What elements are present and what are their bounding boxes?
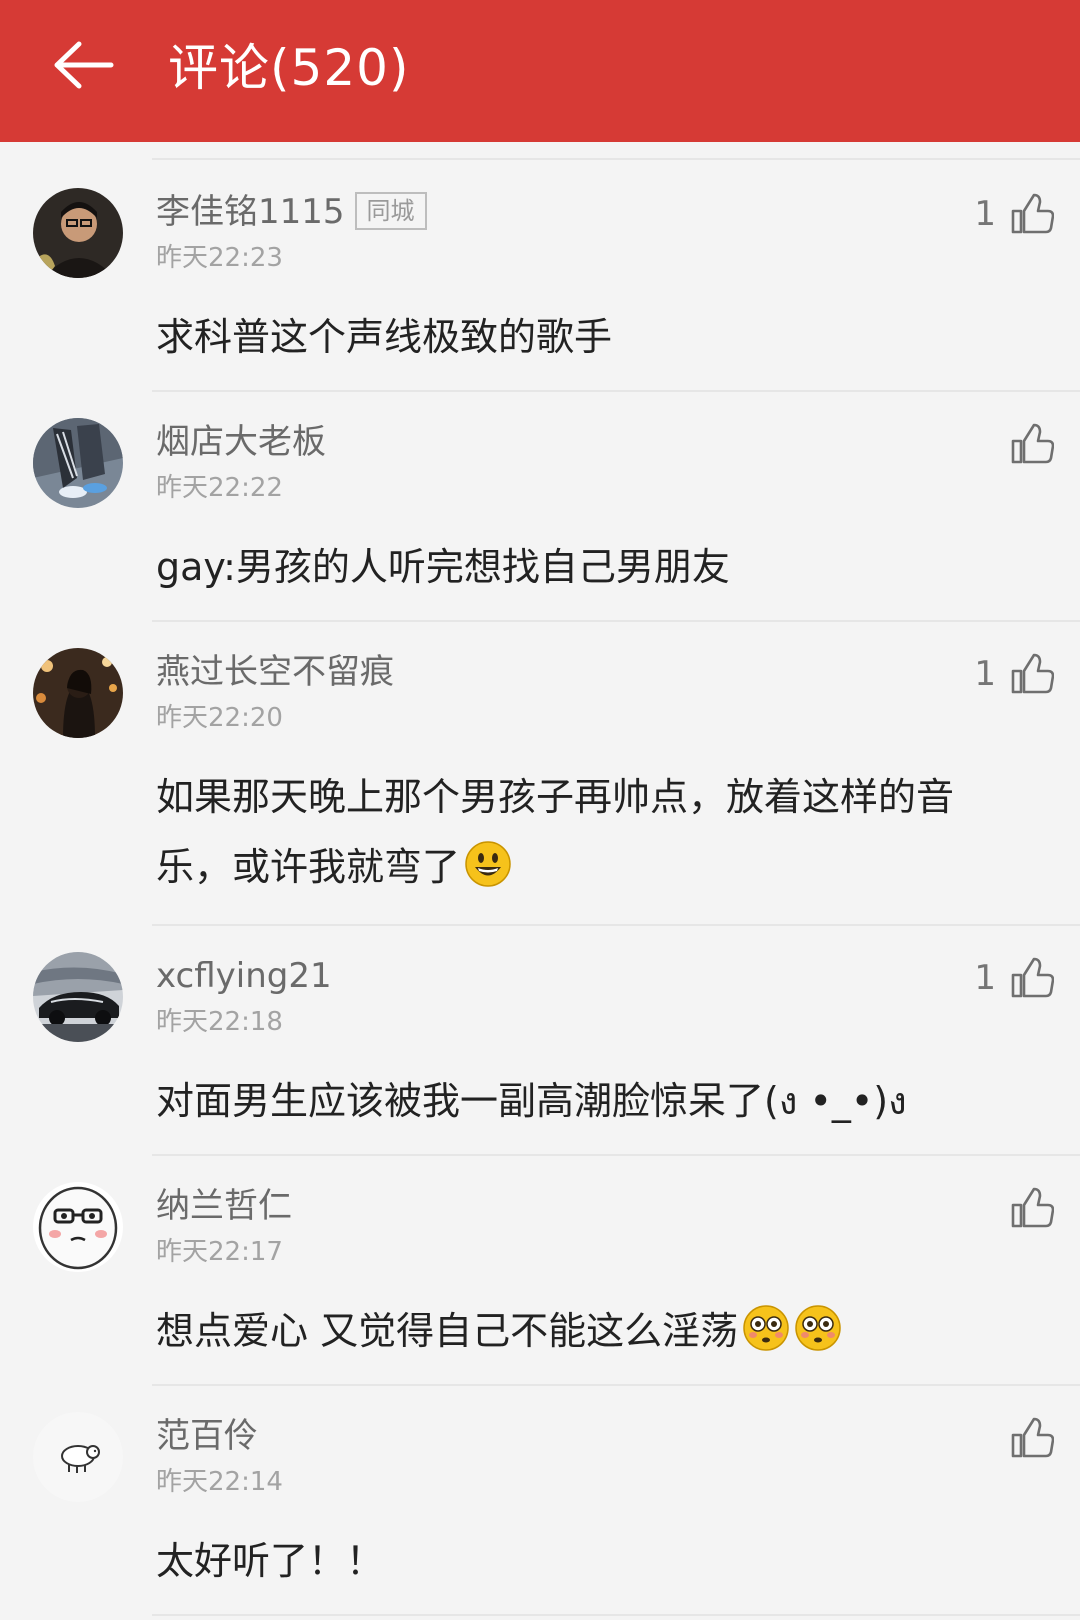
same-city-badge: 同城 <box>354 192 427 230</box>
like-button[interactable] <box>996 416 1054 472</box>
like-button[interactable]: 1 <box>974 646 1054 702</box>
timestamp: 昨天22:18 <box>156 1007 283 1037</box>
divider <box>152 620 1080 622</box>
comment-text-segment: 乐，或许我就弯了 <box>156 845 461 889</box>
username[interactable]: 李佳铭1115 同城 <box>156 190 427 234</box>
timestamp: 昨天22:20 <box>156 703 283 733</box>
username[interactable]: 范百伶 <box>156 1414 258 1458</box>
comment-list[interactable]: 李佳铭1115 同城 昨天22:23 1 求科普这个声线极致的歌手 烟店大老板 … <box>0 142 1080 1620</box>
divider <box>152 390 1080 392</box>
like-button[interactable]: 1 <box>974 950 1054 1006</box>
comment-text-segment: 想点爱心 又觉得自己不能这么淫荡 <box>156 1309 739 1353</box>
back-button[interactable] <box>48 30 118 100</box>
avatar[interactable] <box>33 418 123 508</box>
timestamp: 昨天22:17 <box>156 1237 283 1267</box>
divider <box>152 1154 1080 1156</box>
username-text: 李佳铭1115 <box>156 192 345 232</box>
comment-text: 求科普这个声线极致的歌手 <box>156 315 613 359</box>
timestamp: 昨天22:22 <box>156 473 283 503</box>
like-button[interactable]: 1 <box>974 186 1054 242</box>
comment-text: 对面男生应该被我一副高潮脸惊呆了(ง •_•)ง <box>156 1079 907 1123</box>
thumbs-up-icon <box>1011 1187 1054 1228</box>
thumbs-up-icon <box>1011 957 1054 998</box>
username[interactable]: 纳兰哲仁 <box>156 1184 292 1228</box>
avatar[interactable] <box>33 188 123 278</box>
username[interactable]: xcflying21 <box>156 954 332 998</box>
like-count: 1 <box>974 654 996 694</box>
page-title: 评论(520) <box>168 39 410 97</box>
timestamp: 昨天22:23 <box>156 243 283 273</box>
like-button[interactable] <box>996 1410 1054 1466</box>
like-count: 1 <box>974 958 996 998</box>
avatar[interactable] <box>33 1412 123 1502</box>
like-button[interactable] <box>996 1180 1054 1236</box>
divider <box>152 924 1080 926</box>
flushed-emoji-icon <box>794 1304 842 1374</box>
username[interactable]: 烟店大老板 <box>156 420 326 464</box>
comments-screen: 评论(520) 李佳铭1115 同城 昨天22:23 1 求科普这个声线极致的歌… <box>0 0 1080 1620</box>
flushed-emoji-icon <box>742 1304 790 1374</box>
smiley-emoji-icon <box>464 840 512 910</box>
comment-text: 想点爱心 又觉得自己不能这么淫荡 <box>156 1296 1040 1374</box>
top-bar: 评论(520) <box>0 0 1080 142</box>
comment-text-line: 如果那天晚上那个男孩子再帅点，放着这样的音 <box>156 775 955 819</box>
avatar[interactable] <box>33 1182 123 1272</box>
avatar[interactable] <box>33 952 123 1042</box>
like-count: 1 <box>974 194 996 234</box>
thumbs-up-icon <box>1011 423 1054 464</box>
thumbs-up-icon <box>1011 1417 1054 1458</box>
divider <box>152 1614 1080 1616</box>
avatar[interactable] <box>33 648 123 738</box>
divider <box>152 158 1080 160</box>
comment-text-line: 乐，或许我就弯了 <box>156 832 1040 910</box>
thumbs-up-icon <box>1011 653 1054 694</box>
timestamp: 昨天22:14 <box>156 1467 283 1497</box>
comment-text: 太好听了！！ <box>156 1539 385 1583</box>
username[interactable]: 燕过长空不留痕 <box>156 650 394 694</box>
divider <box>152 1384 1080 1386</box>
comment-text: gay:男孩的人听完想找自己男朋友 <box>156 545 730 589</box>
comment-text: 如果那天晚上那个男孩子再帅点，放着这样的音 乐，或许我就弯了 <box>156 762 1040 910</box>
thumbs-up-icon <box>1011 193 1054 234</box>
arrow-left-icon <box>54 41 114 89</box>
